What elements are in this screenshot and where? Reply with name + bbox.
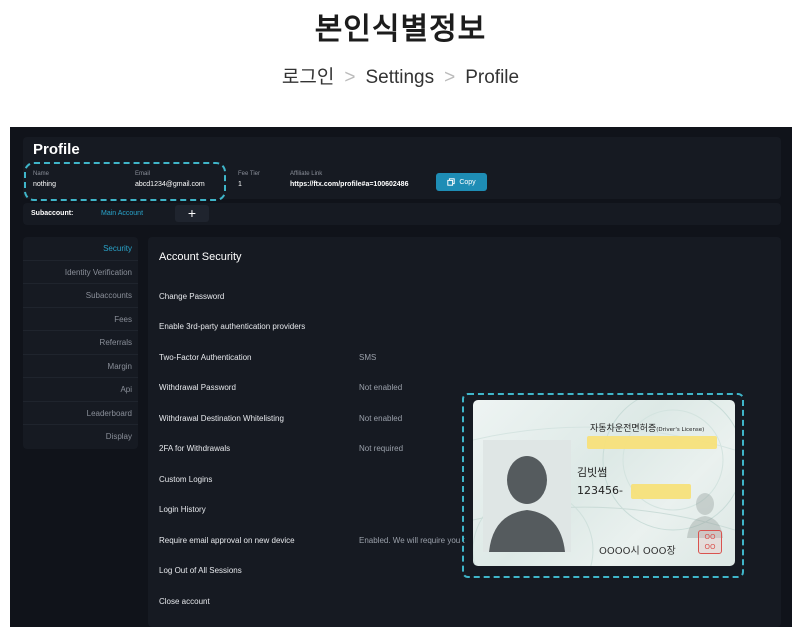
- sidebar-item-leaderboard[interactable]: Leaderboard: [23, 402, 138, 425]
- setting-label: Custom Logins: [159, 475, 213, 484]
- license-holder-name: 김빗썸: [577, 466, 608, 479]
- drivers-license-card: 자동차운전면허증(Driver's License) 김빗썸 123456- O…: [473, 400, 735, 566]
- settings-sidebar: Security Identity Verification Subaccoun…: [23, 237, 138, 449]
- setting-label: Require email approval on new device: [159, 536, 295, 545]
- email-label: Email: [135, 171, 151, 177]
- profile-header: Profile Name nothing Email abcd1234@gmai…: [23, 137, 781, 201]
- change-password-row[interactable]: Change Password: [159, 292, 769, 306]
- copy-icon: [447, 178, 456, 186]
- sidebar-item-referrals[interactable]: Referrals: [23, 331, 138, 355]
- setting-value: Not enabled: [359, 414, 403, 423]
- official-seal-stamp: OO OO: [698, 530, 722, 554]
- profile-title: Profile: [33, 141, 80, 158]
- setting-value: Not required: [359, 444, 404, 453]
- setting-label: Enable 3rd-party authentication provider…: [159, 322, 306, 331]
- email-value: abcd1234@gmail.com: [135, 181, 205, 188]
- setting-label: Withdrawal Destination Whitelisting: [159, 414, 284, 423]
- fee-tier-value: 1: [238, 181, 242, 188]
- setting-label: Withdrawal Password: [159, 383, 236, 392]
- affiliate-link-label: Affiliate Link: [290, 171, 323, 177]
- photo-silhouette: [483, 440, 571, 552]
- setting-label: Two-Factor Authentication: [159, 353, 252, 362]
- license-title: 자동차운전면허증(Driver's License): [590, 424, 705, 434]
- setting-label: Close account: [159, 597, 210, 606]
- breadcrumb-login[interactable]: 로그인: [282, 67, 334, 88]
- name-value: nothing: [33, 181, 56, 188]
- redaction-mask: [631, 484, 691, 499]
- subaccount-main-account[interactable]: Main Account: [101, 210, 143, 217]
- setting-label: Login History: [159, 505, 206, 514]
- setting-value: Not enabled: [359, 383, 403, 392]
- logout-all-row[interactable]: Log Out of All Sessions: [159, 566, 769, 580]
- setting-value: Enabled. We will require you t: [359, 536, 465, 545]
- fee-tier-label: Fee Tier: [238, 171, 261, 177]
- add-subaccount-button[interactable]: +: [175, 205, 209, 222]
- withdrawal-password-row[interactable]: Withdrawal Password Not enabled: [159, 383, 769, 397]
- third-party-auth-row[interactable]: Enable 3rd-party authentication provider…: [159, 322, 769, 336]
- name-label: Name: [33, 171, 50, 177]
- sidebar-item-fees[interactable]: Fees: [23, 308, 138, 331]
- copy-button[interactable]: Copy: [436, 173, 487, 191]
- affiliate-link-value[interactable]: https://ftx.com/profile#a=100602486: [290, 181, 408, 188]
- breadcrumb: 로그인 > Settings > Profile: [0, 62, 801, 89]
- setting-label: Log Out of All Sessions: [159, 566, 242, 575]
- account-security-title: Account Security: [159, 251, 242, 263]
- sidebar-item-display[interactable]: Display: [23, 425, 138, 449]
- chevron-right-icon: >: [444, 67, 456, 88]
- sidebar-item-margin[interactable]: Margin: [23, 355, 138, 378]
- app-screenshot: Profile Name nothing Email abcd1234@gmai…: [10, 127, 792, 627]
- copy-label: Copy: [459, 178, 476, 186]
- sidebar-item-security[interactable]: Security: [23, 237, 138, 261]
- chevron-right-icon: >: [344, 67, 356, 88]
- page-title: 본인식별정보: [314, 12, 487, 47]
- sidebar-item-subaccounts[interactable]: Subaccounts: [23, 284, 138, 308]
- redaction-mask: [587, 436, 717, 449]
- sidebar-item-identity-verification[interactable]: Identity Verification: [23, 261, 138, 284]
- sidebar-item-api[interactable]: Api: [23, 378, 138, 402]
- plus-icon: +: [187, 205, 197, 221]
- license-number: 123456-: [577, 484, 623, 497]
- breadcrumb-profile[interactable]: Profile: [465, 67, 519, 88]
- close-account-row[interactable]: Close account: [159, 597, 769, 611]
- license-issuer: OOOO시 OOO장: [599, 546, 676, 557]
- setting-label: 2FA for Withdrawals: [159, 444, 231, 453]
- breadcrumb-settings[interactable]: Settings: [365, 67, 434, 88]
- setting-value: SMS: [359, 353, 377, 362]
- two-factor-row[interactable]: Two-Factor Authentication SMS: [159, 353, 769, 367]
- subaccount-bar: Subaccount: Main Account +: [23, 203, 781, 225]
- setting-label: Change Password: [159, 292, 225, 301]
- subaccount-label: Subaccount:: [31, 210, 74, 217]
